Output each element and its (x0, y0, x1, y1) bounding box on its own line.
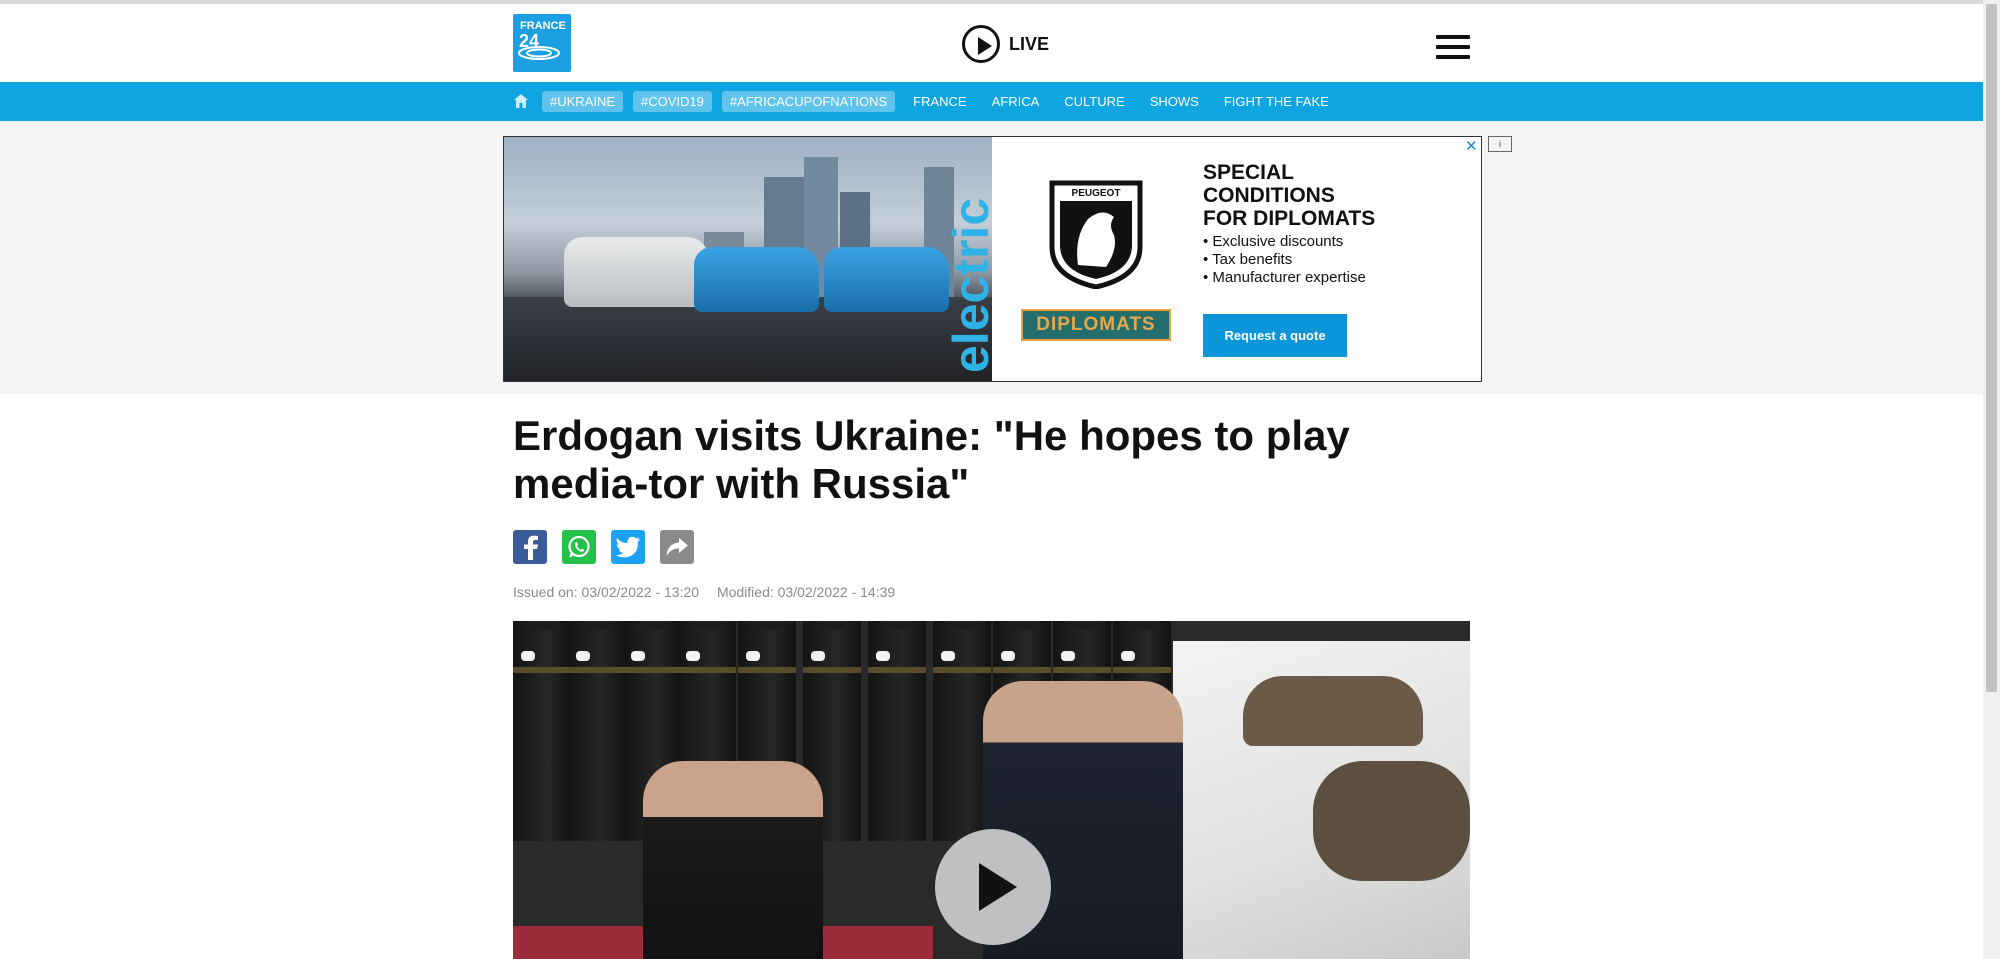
whatsapp-icon[interactable] (562, 530, 596, 564)
issued-date: Issued on: 03/02/2022 - 13:20 (513, 584, 700, 600)
ad-close-icon[interactable]: ✕ (1465, 137, 1478, 155)
video-play-button[interactable] (935, 829, 1051, 945)
hamburger-menu-icon[interactable] (1436, 35, 1470, 59)
diplomats-badge: DIPLOMATS (1021, 309, 1171, 341)
svg-text:electric: electric (944, 198, 999, 373)
nav-link-africa[interactable]: AFRICA (992, 91, 1040, 112)
request-quote-button[interactable]: Request a quote (1203, 314, 1347, 357)
twitter-icon[interactable] (611, 530, 645, 564)
svg-text:PEUGEOT: PEUGEOT (1072, 188, 1121, 199)
nav-link-shows[interactable]: SHOWS (1150, 91, 1199, 112)
ad-info-icon[interactable]: i (1488, 136, 1512, 152)
ad-headline: SPECIAL CONDITIONS FOR DIPLOMATS (1203, 161, 1376, 230)
share-icon[interactable] (660, 530, 694, 564)
live-button[interactable]: LIVE (962, 22, 1049, 66)
nav-tag-africacupofnations[interactable]: #AFRICACUPOFNATIONS (721, 91, 896, 112)
ad-electric-text: electric (944, 198, 999, 373)
site-header: FRANCE 24 LIVE (0, 4, 1983, 82)
nav-link-fight-the-fake[interactable]: FIGHT THE FAKE (1224, 91, 1329, 112)
nav-tag-covid19[interactable]: #COVID19 (633, 91, 712, 112)
main-nav: #UKRAINE #COVID19 #AFRICACUPOFNATIONS FR… (0, 82, 1983, 121)
ad-bullets: • Exclusive discounts • Tax benefits • M… (1203, 233, 1366, 286)
advertisement-banner[interactable]: electric PEUGEOT DIPLOMATS SPECIAL CONDI… (503, 136, 1482, 382)
peugeot-logo-icon: PEUGEOT (1049, 180, 1143, 289)
scrollbar-thumb[interactable] (1986, 4, 1997, 692)
page-scrollbar[interactable] (1983, 0, 2000, 959)
nav-tag-ukraine[interactable]: #UKRAINE (542, 91, 624, 112)
france24-logo[interactable]: FRANCE 24 (513, 14, 571, 72)
share-bar (513, 530, 709, 564)
video-player[interactable] (513, 621, 1470, 959)
article-dates: Issued on: 03/02/2022 - 13:20 Modified: … (513, 584, 895, 600)
article-title: Erdogan visits Ukraine: "He hopes to pla… (513, 412, 1350, 507)
nav-link-france[interactable]: FRANCE (913, 91, 966, 112)
play-circle-icon (962, 25, 1000, 63)
nav-link-culture[interactable]: CULTURE (1064, 91, 1124, 112)
facebook-icon[interactable] (513, 530, 547, 564)
modified-date: Modified: 03/02/2022 - 14:39 (716, 584, 896, 600)
live-label: LIVE (1009, 33, 1050, 54)
home-icon[interactable] (513, 93, 529, 109)
ad-car-photo (504, 137, 992, 381)
logo-swoosh-icon (518, 46, 560, 60)
